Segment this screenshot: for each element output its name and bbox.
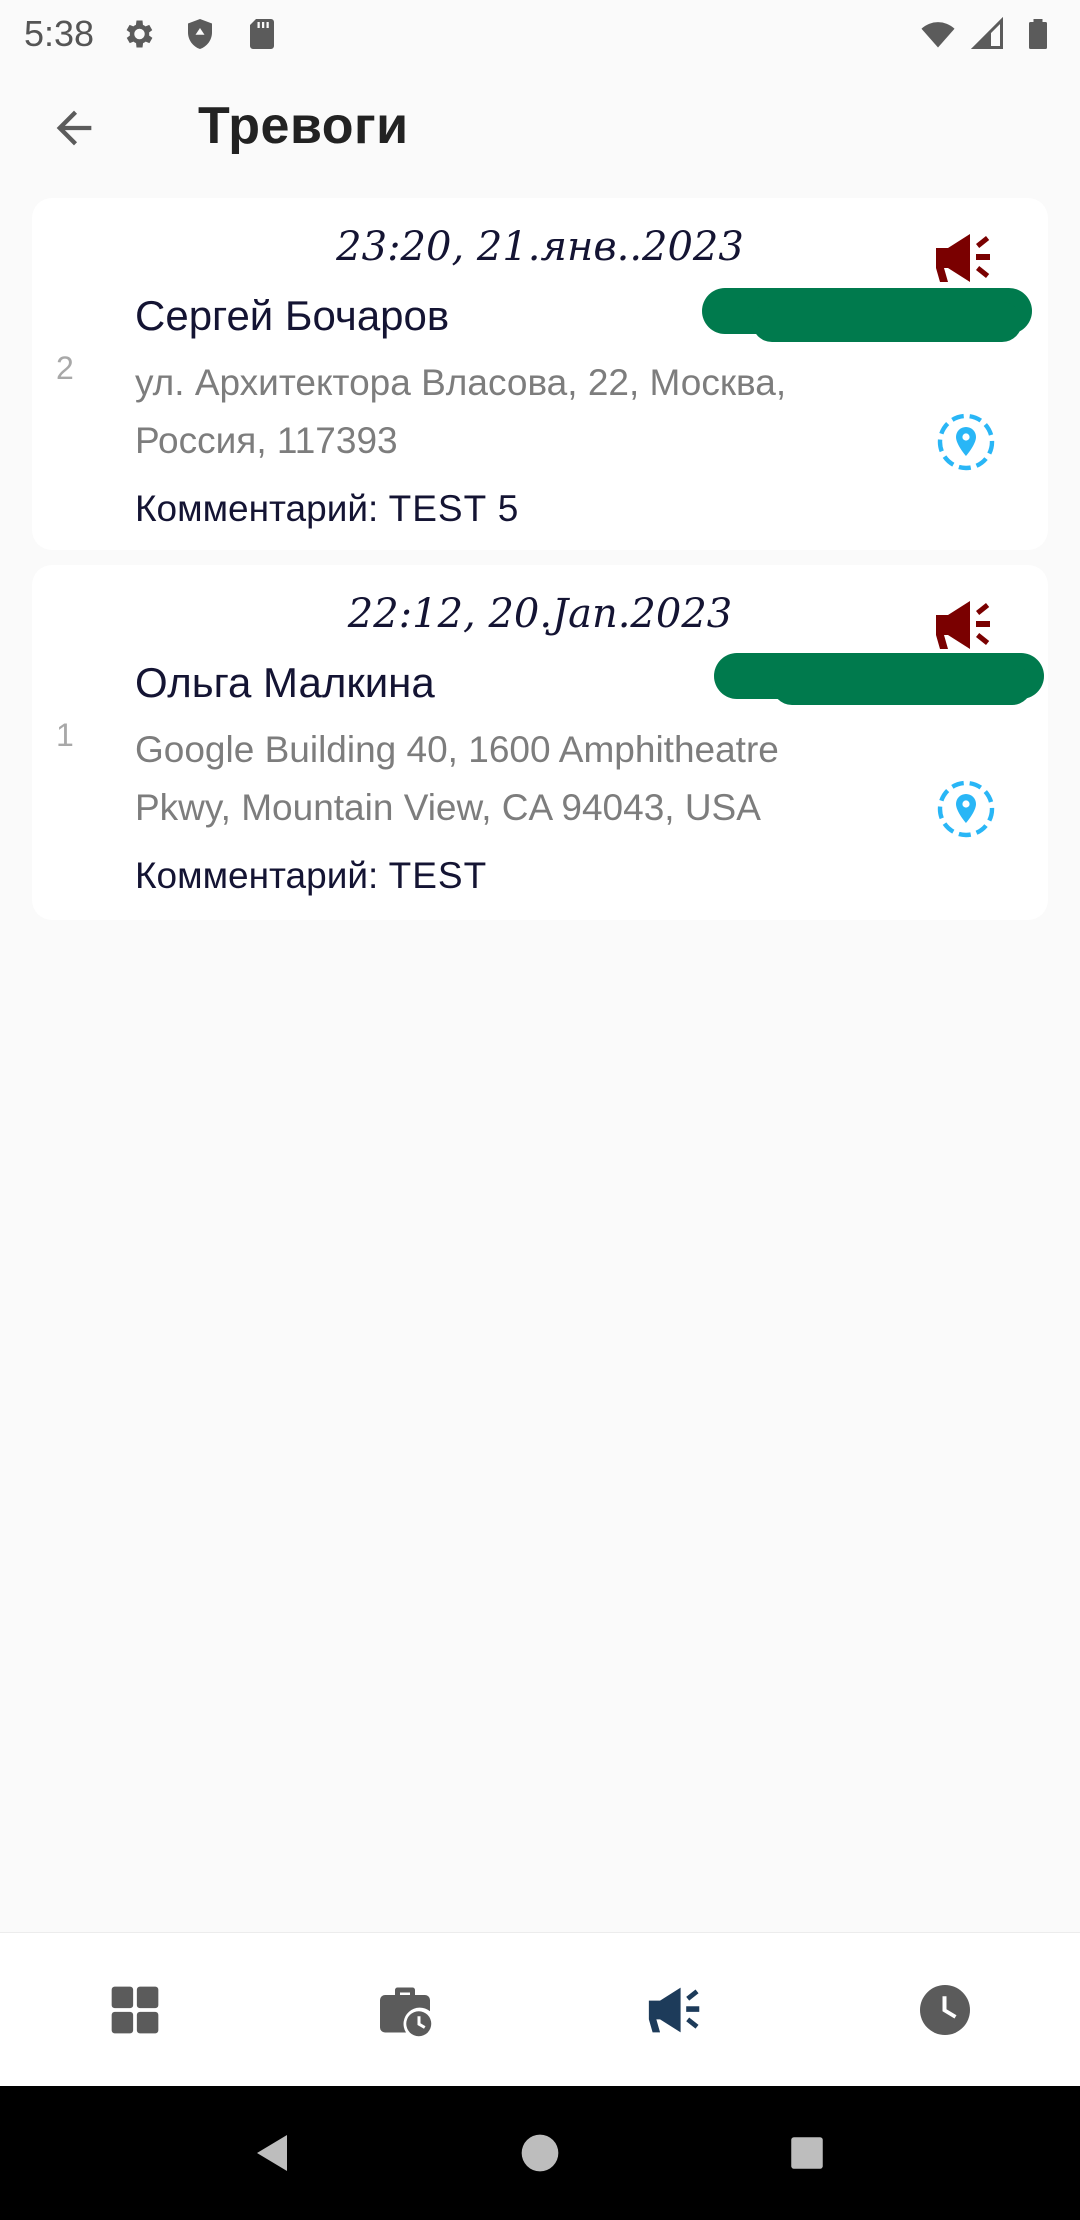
app-bar: Тревоги xyxy=(0,68,1080,188)
sd-card-icon xyxy=(250,19,275,49)
system-back-button[interactable] xyxy=(243,2123,303,2183)
location-target-icon xyxy=(937,413,995,471)
alert-datetime: 23:20, 21.янв..2023 xyxy=(336,224,744,270)
megaphone-icon xyxy=(936,601,990,649)
redacted-phone-overlay xyxy=(752,302,1022,342)
arrow-back-icon xyxy=(56,110,92,146)
alert-index: 1 xyxy=(56,717,74,753)
status-right xyxy=(920,16,1056,52)
bottom-navigation xyxy=(0,1932,1080,2086)
alert-address-line: Россия, 117393 xyxy=(135,420,398,461)
status-left: 5:38 xyxy=(24,13,280,55)
nav-item-alerts[interactable] xyxy=(540,1933,810,2087)
dashboard-icon xyxy=(111,1986,159,2033)
back-button[interactable] xyxy=(44,98,104,158)
megaphone-icon xyxy=(936,234,990,282)
screen: 5:38 Тревоги 23:20, 21.янв..2023 Сергей … xyxy=(0,0,1080,2220)
alert-name: Ольга Малкина xyxy=(135,659,435,706)
status-time: 5:38 xyxy=(24,13,95,54)
system-recents-button[interactable] xyxy=(777,2123,837,2183)
back-triangle-icon xyxy=(257,2135,288,2171)
alert-address: Google Building 40, 1600 Amphitheatre Pk… xyxy=(135,721,895,837)
system-navigation-bar xyxy=(0,2086,1080,2220)
system-home-button[interactable] xyxy=(510,2123,570,2183)
comment-value: TEST 5 xyxy=(388,488,520,529)
comment-label: Комментарий: xyxy=(135,855,389,896)
alert-address-line: ул. Архитектора Власова, 22, Москва, xyxy=(135,362,787,403)
page-title: Тревоги xyxy=(198,97,409,155)
alert-card[interactable]: 22:12, 20.Jan.2023 Ольга Малкина 1 Googl… xyxy=(32,565,1048,920)
location-target-icon xyxy=(937,780,995,838)
comment-label: Комментарий: xyxy=(135,488,389,529)
nav-item-dashboard[interactable] xyxy=(0,1933,270,2087)
comment-value: TEST xyxy=(388,855,488,896)
alert-comment: Комментарий: TEST xyxy=(135,855,487,897)
alert-datetime: 22:12, 20.Jan.2023 xyxy=(347,591,733,637)
alert-comment: Комментарий: TEST 5 xyxy=(135,488,519,530)
alert-index: 2 xyxy=(56,350,74,386)
alert-name: Сергей Бочаров xyxy=(135,292,450,339)
alert-address-line: Pkwy, Mountain View, CA 94043, USA xyxy=(135,787,761,828)
redacted-phone-overlay xyxy=(772,665,1032,705)
nav-item-schedule[interactable] xyxy=(270,1933,540,2087)
battery-icon xyxy=(1029,19,1047,49)
megaphone-icon xyxy=(648,1987,700,2032)
location-button[interactable] xyxy=(936,412,996,472)
status-bar: 5:38 xyxy=(0,0,1080,68)
home-circle-icon xyxy=(521,2134,559,2172)
gear-icon xyxy=(126,20,153,48)
shield-icon xyxy=(188,19,213,49)
location-button[interactable] xyxy=(936,779,996,839)
recents-square-icon xyxy=(790,2137,823,2169)
nav-item-history[interactable] xyxy=(810,1933,1080,2087)
signal-icon xyxy=(970,16,1003,49)
wifi-icon xyxy=(921,22,955,48)
clock-icon xyxy=(920,1984,970,2035)
alert-card[interactable]: 23:20, 21.янв..2023 Сергей Бочаров 2 ул.… xyxy=(32,198,1048,550)
briefcase-clock-icon xyxy=(380,1987,432,2036)
alert-address-line: Google Building 40, 1600 Amphitheatre xyxy=(135,729,779,770)
alert-address: ул. Архитектора Власова, 22, Москва, Рос… xyxy=(135,354,895,470)
